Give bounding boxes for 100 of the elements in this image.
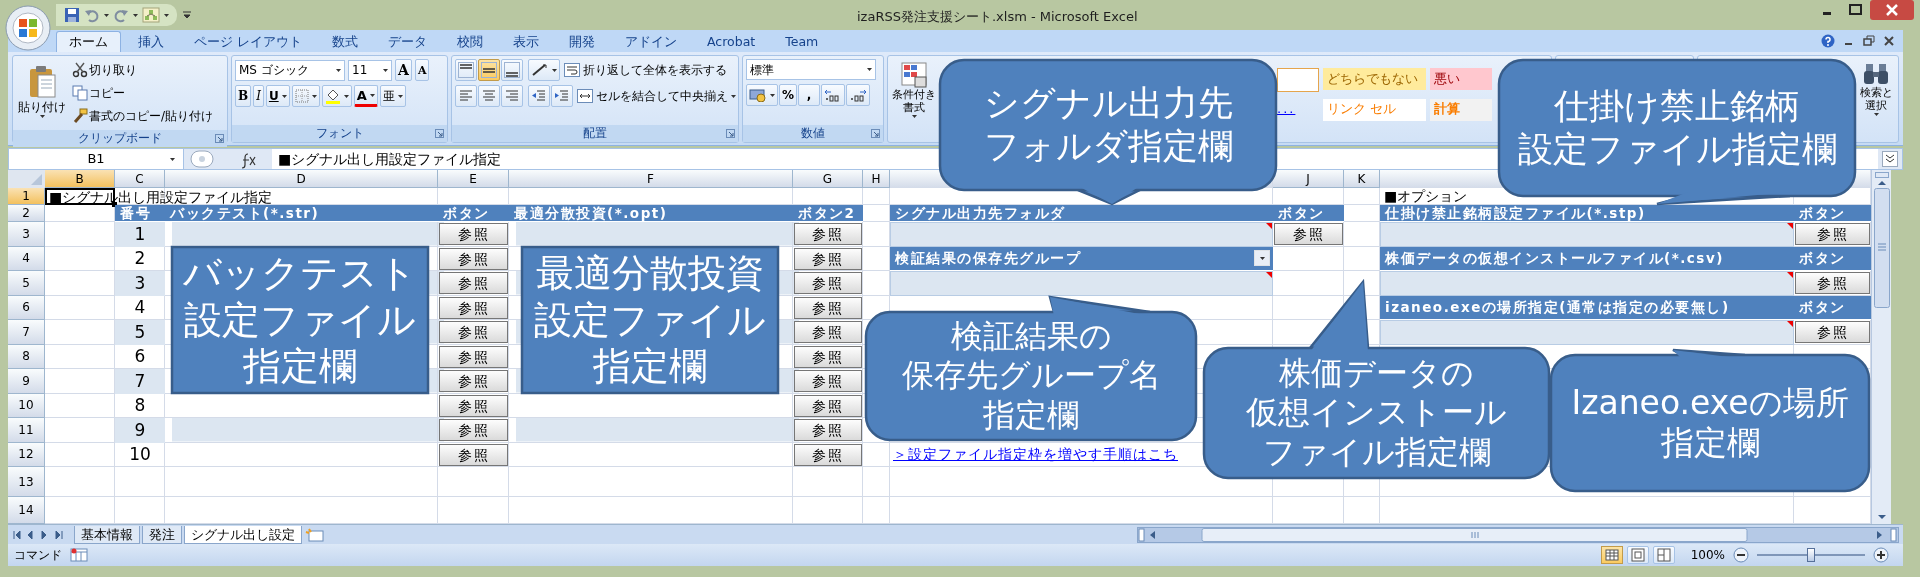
horizontal-scrollbar[interactable] [1137,526,1899,543]
browse-button[interactable]: 参照 [439,443,508,466]
comma-button[interactable]: , [798,84,821,106]
column-header[interactable]: K [1344,170,1380,188]
zoom-out-icon[interactable] [1733,547,1749,563]
row-header[interactable]: 7 [8,320,45,345]
cell-style-option[interactable]: 悪い [1430,68,1492,90]
align-left-button[interactable] [455,85,477,107]
row-header[interactable]: 6 [8,295,45,320]
row-header[interactable]: 14 [8,497,45,524]
sheet-tab[interactable]: 発注 [142,525,182,544]
input-field[interactable] [1380,271,1794,296]
input-field[interactable] [890,222,1273,247]
browse-button[interactable]: 参照 [1795,272,1870,295]
ribbon-tab[interactable]: アドイン [612,31,690,52]
font-size-field[interactable]: 11 [348,59,392,81]
row-header[interactable]: 11 [8,418,45,443]
browse-button[interactable]: 参照 [794,443,862,466]
dialog-launcher-icon[interactable] [215,134,224,143]
help-link[interactable]: ＞設定ファイル指定枠を増やす手順はこち [890,444,1178,466]
row-header[interactable]: 2 [8,205,45,222]
browse-button[interactable]: 参照 [794,370,862,393]
dialog-launcher-icon[interactable] [726,129,735,138]
input-field[interactable] [1380,320,1794,345]
diagram-icon[interactable] [142,7,160,23]
help-icon[interactable] [1821,34,1835,48]
browse-button[interactable]: 参照 [794,345,862,368]
vertical-scrollbar[interactable] [1871,170,1891,524]
close-icon[interactable] [1870,0,1914,20]
undo-icon[interactable] [84,7,100,23]
row-header[interactable]: 10 [8,393,45,418]
align-center-button[interactable] [478,85,500,107]
ribbon-tab[interactable]: Acrobat [694,31,769,52]
merge-center-button[interactable]: セルを結合して中央揃え [574,85,739,107]
conditional-format-button[interactable]: 条件付き 書式 [891,59,937,123]
ribbon-tab[interactable]: データ [375,31,440,52]
save-icon[interactable] [64,7,80,23]
cell-style-option[interactable]: どちらでもない [1323,68,1426,90]
restore-icon[interactable] [1863,35,1875,47]
scrollbar-thumb[interactable] [1873,188,1890,308]
ribbon-tab[interactable]: ページ レイアウト [181,31,315,52]
browse-button[interactable]: 参照 [1274,223,1343,246]
ribbon-tab[interactable]: ホーム [56,31,121,52]
normal-view-button[interactable] [1600,546,1623,564]
row-header[interactable]: 9 [8,369,45,394]
customize-toolbar-icon[interactable] [183,11,191,19]
browse-button[interactable]: 参照 [794,419,862,442]
cut-button[interactable]: 切り取り [70,59,216,81]
column-header[interactable]: B [45,170,115,188]
number-format-field[interactable]: 標準 [746,59,876,80]
browse-button[interactable]: 参照 [1795,223,1870,246]
column-header[interactable]: C [115,170,165,188]
browse-button[interactable]: 参照 [439,223,508,246]
browse-button[interactable]: 参照 [1795,321,1870,344]
row-header[interactable]: 4 [8,246,45,271]
column-header[interactable]: E [438,170,509,188]
decrease-decimal-button[interactable] [846,84,871,106]
hyperlink-style-preview[interactable]: ... [1277,99,1319,119]
browse-button[interactable]: 参照 [794,321,862,344]
browse-button[interactable]: 参照 [794,296,862,319]
browse-button[interactable]: 参照 [794,247,862,270]
currency-button[interactable] [746,84,778,106]
percent-button[interactable]: % [779,84,798,106]
zoom-slider-thumb[interactable] [1807,548,1815,562]
row-header[interactable]: 3 [8,222,45,247]
sheet-tab[interactable]: シグナル出し設定 [184,525,302,544]
row-header[interactable]: 12 [8,442,45,467]
row-header[interactable]: 5 [8,271,45,296]
ribbon-tab[interactable]: 開発 [556,31,608,52]
close-icon[interactable] [1883,35,1895,47]
split-handle-icon[interactable] [1874,172,1889,178]
column-header[interactable]: D [165,170,438,188]
browse-button[interactable]: 参照 [439,321,508,344]
italic-button[interactable]: I [253,85,264,107]
sheet-tab[interactable]: 基本情報 [74,525,140,544]
align-middle-button[interactable] [478,59,500,81]
browse-button[interactable]: 参照 [439,394,508,417]
fill-color-button[interactable] [321,85,352,107]
browse-button[interactable]: 参照 [794,394,862,417]
input-field[interactable] [890,271,1273,296]
ribbon-tab[interactable]: 挿入 [125,31,177,52]
browse-button[interactable]: 参照 [439,419,508,442]
wrap-text-button[interactable]: 折り返して全体を表示する [561,59,730,81]
grow-font-button[interactable]: A [395,59,412,81]
column-header[interactable]: J [1273,170,1344,188]
style-preview-field[interactable] [1277,68,1319,92]
increase-decimal-button[interactable] [821,84,846,106]
orientation-button[interactable] [528,59,560,81]
align-bottom-button[interactable] [501,59,523,81]
browse-button[interactable]: 参照 [439,370,508,393]
dialog-launcher-icon[interactable] [435,129,444,138]
bold-button[interactable]: B [235,85,252,107]
shrink-font-button[interactable]: A [414,59,430,81]
row-header[interactable]: 1 [8,188,45,205]
align-right-button[interactable] [501,85,523,107]
browse-button[interactable]: 参照 [794,223,862,246]
redo-icon[interactable] [113,7,129,23]
column-header[interactable]: H [863,170,890,188]
font-name-field[interactable]: MS ゴシック [235,59,345,81]
row-header[interactable]: 8 [8,344,45,369]
